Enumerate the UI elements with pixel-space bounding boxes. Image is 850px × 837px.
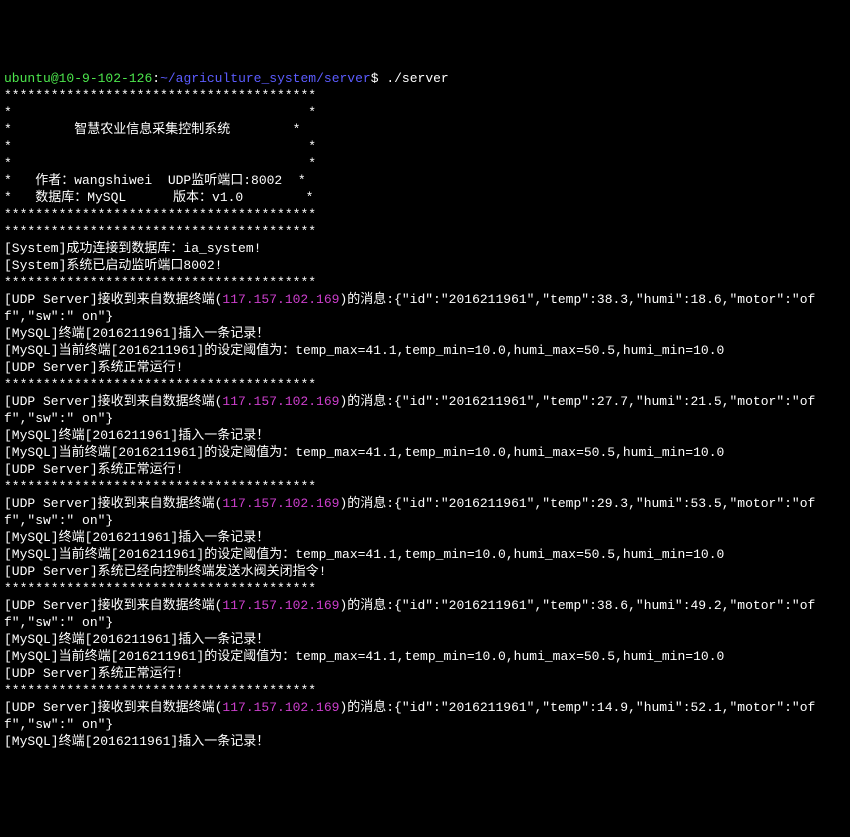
terminal-line: [MySQL]终端[2016211961]插入一条记录！ [4, 529, 846, 546]
udp-receive-line: [UDP Server]接收到来自数据终端(117.157.102.169)的消… [4, 393, 846, 427]
terminal-line: * 数据库：MySQL 版本：v1.0 * [4, 189, 846, 206]
client-ip: 117.157.102.169 [222, 496, 339, 511]
terminal-line: [MySQL]终端[2016211961]插入一条记录！ [4, 631, 846, 648]
terminal-line: [MySQL]当前终端[2016211961]的设定阈值为：temp_max=4… [4, 546, 846, 563]
terminal-line: [MySQL]终端[2016211961]插入一条记录！ [4, 427, 846, 444]
client-ip: 117.157.102.169 [222, 292, 339, 307]
terminal-line: [UDP Server]系统正常运行! [4, 665, 846, 682]
terminal-line: * * [4, 104, 846, 121]
terminal-line: **************************************** [4, 223, 846, 240]
terminal-line: [MySQL]终端[2016211961]插入一条记录！ [4, 733, 846, 750]
terminal-line: **************************************** [4, 580, 846, 597]
terminal-line: **************************************** [4, 682, 846, 699]
terminal-line: **************************************** [4, 478, 846, 495]
udp-receive-line: [UDP Server]接收到来自数据终端(117.157.102.169)的消… [4, 597, 846, 631]
terminal-line: [MySQL]当前终端[2016211961]的设定阈值为：temp_max=4… [4, 444, 846, 461]
udp-receive-line: [UDP Server]接收到来自数据终端(117.157.102.169)的消… [4, 699, 846, 733]
shell-prompt[interactable]: ubuntu@10-9-102-126:~/agriculture_system… [4, 70, 846, 87]
terminal-line: [System]系统已启动监听端口8002! [4, 257, 846, 274]
client-ip: 117.157.102.169 [222, 598, 339, 613]
terminal-line: * 智慧农业信息采集控制系统 * [4, 121, 846, 138]
terminal-line: [UDP Server]系统已经向控制终端发送水阀关闭指令! [4, 563, 846, 580]
client-ip: 117.157.102.169 [222, 700, 339, 715]
terminal-line: * * [4, 138, 846, 155]
terminal-line: [MySQL]当前终端[2016211961]的设定阈值为：temp_max=4… [4, 342, 846, 359]
terminal-line: **************************************** [4, 376, 846, 393]
terminal-output: ubuntu@10-9-102-126:~/agriculture_system… [4, 70, 846, 750]
terminal-line: **************************************** [4, 206, 846, 223]
udp-receive-line: [UDP Server]接收到来自数据终端(117.157.102.169)的消… [4, 495, 846, 529]
terminal-line: [UDP Server]系统正常运行! [4, 461, 846, 478]
terminal-line: * 作者：wangshiwei UDP监听端口:8002 * [4, 172, 846, 189]
terminal-line: **************************************** [4, 274, 846, 291]
terminal-line: * * [4, 155, 846, 172]
terminal-line: [UDP Server]系统正常运行! [4, 359, 846, 376]
terminal-line: [System]成功连接到数据库：ia_system! [4, 240, 846, 257]
terminal-line: [MySQL]当前终端[2016211961]的设定阈值为：temp_max=4… [4, 648, 846, 665]
client-ip: 117.157.102.169 [222, 394, 339, 409]
udp-receive-line: [UDP Server]接收到来自数据终端(117.157.102.169)的消… [4, 291, 846, 325]
terminal-line: [MySQL]终端[2016211961]插入一条记录！ [4, 325, 846, 342]
terminal-line: **************************************** [4, 87, 846, 104]
